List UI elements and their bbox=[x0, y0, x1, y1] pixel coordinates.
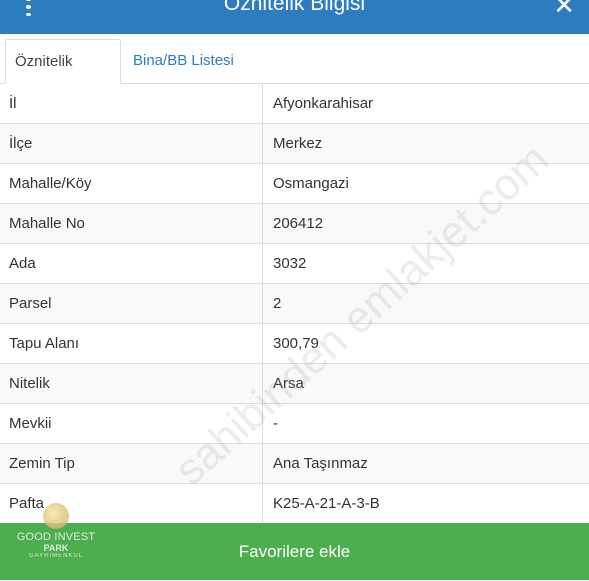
dialog-title: Öznitelik Bilgisi bbox=[223, 0, 366, 15]
row-key: Nitelik bbox=[0, 364, 263, 403]
table-row: İlçe Merkez bbox=[0, 124, 589, 164]
row-value: Merkez bbox=[273, 135, 323, 152]
add-to-favorites-button[interactable]: Favorilere ekle bbox=[0, 523, 589, 580]
row-key: Mahalle No bbox=[0, 204, 263, 243]
table-row: Zemin Tip Ana Taşınmaz bbox=[0, 444, 589, 484]
row-key: Zemin Tip bbox=[0, 444, 263, 483]
row-key: Tapu Alanı bbox=[0, 324, 263, 363]
table-row: Tapu Alanı 300,79 bbox=[0, 324, 589, 364]
row-key: İlçe bbox=[0, 124, 263, 163]
row-key: Ada bbox=[0, 244, 263, 283]
tab-oznitelik-bilgisi[interactable]: Öznitelik Bilgisi bbox=[5, 39, 121, 114]
table-row: Mevkii - bbox=[0, 404, 589, 444]
close-icon[interactable]: ✕ bbox=[553, 0, 575, 18]
tab-bar: Öznitelik Bilgisi Bina/BB Listesi bbox=[0, 34, 589, 114]
attribute-table: İl Afyonkarahisar İlçe Merkez Mahalle/Kö… bbox=[0, 84, 589, 524]
row-key: Pafta bbox=[0, 484, 263, 523]
row-key: Mevkii bbox=[0, 404, 263, 443]
row-value: 3032 bbox=[273, 255, 307, 272]
row-value: 300,79 bbox=[273, 335, 319, 352]
table-row: Pafta K25-A-21-A-3-B bbox=[0, 484, 589, 524]
row-key: Parsel bbox=[0, 284, 263, 323]
table-row: Mahalle No 206412 bbox=[0, 204, 589, 244]
dialog-header: Öznitelik Bilgisi ✕ bbox=[0, 0, 589, 34]
row-key: Mahalle/Köy bbox=[0, 164, 263, 203]
row-value: Osmangazi bbox=[273, 175, 349, 192]
row-value: 2 bbox=[273, 295, 282, 312]
row-value: Ana Taşınmaz bbox=[273, 455, 368, 472]
tab-bina-bb-listesi[interactable]: Bina/BB Listesi bbox=[124, 39, 243, 84]
row-value: K25-A-21-A-3-B bbox=[273, 495, 380, 512]
row-value: Afyonkarahisar bbox=[273, 95, 374, 112]
table-row: İl Afyonkarahisar bbox=[0, 84, 589, 124]
row-value: - bbox=[273, 415, 278, 432]
row-value: 206412 bbox=[273, 215, 324, 232]
table-row: Ada 3032 bbox=[0, 244, 589, 284]
table-row: Parsel 2 bbox=[0, 284, 589, 324]
table-row: Nitelik Arsa bbox=[0, 364, 589, 404]
row-value: Arsa bbox=[273, 375, 304, 392]
table-row: Mahalle/Köy Osmangazi bbox=[0, 164, 589, 204]
row-key: İl bbox=[0, 84, 263, 123]
